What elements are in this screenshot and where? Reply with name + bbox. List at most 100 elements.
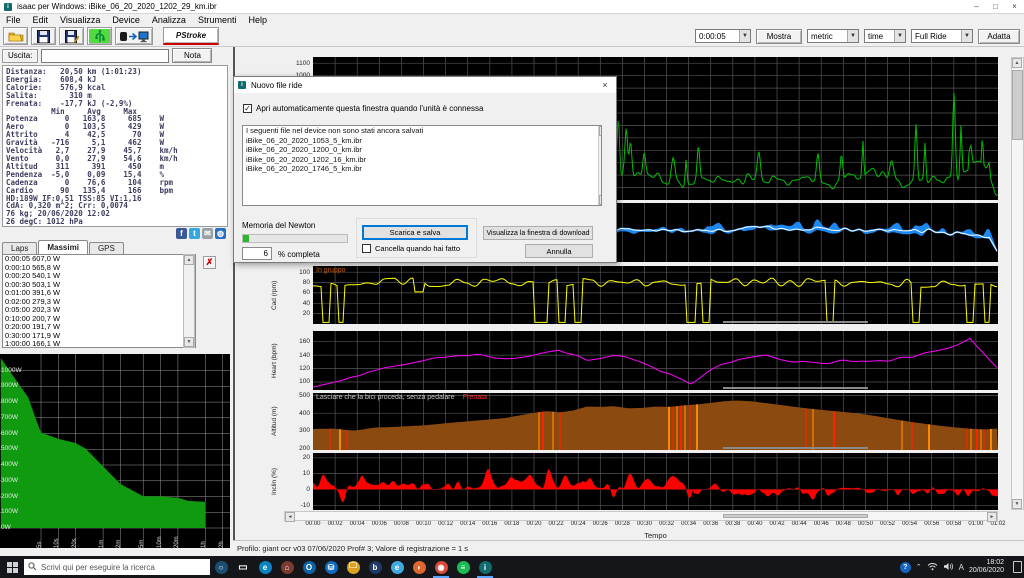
plot-incline[interactable] [313, 453, 998, 510]
taskbar-icon-isaac[interactable]: i [474, 556, 496, 578]
tab-massimi[interactable]: Massimi [38, 240, 88, 254]
taskbar-icon-home[interactable]: ⌂ [276, 556, 298, 578]
x-axis-label: 01:00 [968, 521, 984, 527]
pstroke-button[interactable]: PStroke [163, 27, 219, 45]
save-as-button[interactable] [59, 27, 84, 45]
email-icon[interactable]: ✉ [202, 228, 213, 239]
file-row[interactable]: iBike_06_20_2020_1053_5_km.ibr [243, 136, 601, 146]
volume-icon[interactable] [943, 562, 954, 573]
mini-scroll-thumb[interactable] [723, 387, 868, 389]
taskbar-clock[interactable]: 18:02 20/06/2020 [969, 559, 1004, 575]
uscita-input[interactable] [41, 48, 170, 63]
x-axis-label: 00:28 [614, 521, 630, 527]
plot-heart[interactable] [313, 331, 998, 390]
chart-horizontal-scrollbar[interactable]: ◄ ► [284, 511, 998, 522]
annulla-button[interactable]: Annulla [525, 244, 593, 258]
web-icon[interactable]: ◍ [215, 228, 226, 239]
file-row[interactable]: I seguenti file nel device non sono stat… [243, 126, 601, 136]
scroll-left-icon[interactable]: ◄ [285, 512, 295, 522]
menu-visualizza[interactable]: Visualizza [54, 14, 106, 26]
close-button[interactable]: × [1005, 0, 1024, 14]
scroll-down-icon[interactable]: ▼ [184, 337, 194, 347]
scarica-e-salva-button[interactable]: Scarica e salva [362, 225, 468, 240]
save-button[interactable] [31, 27, 56, 45]
taskbar-icon-task-view[interactable]: ▭ [232, 556, 254, 578]
menu-edit[interactable]: Edit [27, 14, 55, 26]
taskbar-icon-chrome[interactable]: ◉ [430, 556, 452, 578]
visualizza-finestra-download-button[interactable]: Visualizza la finestra di download [483, 226, 593, 240]
interval-select[interactable]: 0:00:05 ▼ [695, 29, 751, 43]
massimi-list[interactable]: 0:00:05 607,0 W 0:00:10 565,8 W 0:00:20 54… [2, 254, 196, 348]
x-axis-label: 00:30 [636, 521, 652, 527]
menu-analizza[interactable]: Analizza [146, 14, 192, 26]
taskbar-icon-internet-explorer[interactable]: e [386, 556, 408, 578]
units-select[interactable]: metric ▼ [807, 29, 859, 43]
scroll-up-icon[interactable]: ▲ [599, 126, 601, 136]
scroll-up-icon[interactable]: ▲ [184, 255, 194, 265]
list-item[interactable]: 1:00:00 166,1 W [3, 339, 195, 347]
delete-when-done-checkbox[interactable] [362, 244, 371, 253]
twitter-icon[interactable]: t [189, 228, 200, 239]
menu-file[interactable]: File [0, 14, 27, 26]
x-axis-label: 00:14 [460, 521, 476, 527]
delete-when-done-row[interactable]: Cancella quando hai fatto [362, 244, 460, 253]
dialog-close-button[interactable]: × [594, 77, 616, 93]
chevron-down-icon: ▼ [847, 30, 858, 42]
scroll-down-icon[interactable]: ▼ [1012, 499, 1022, 509]
taskbar-icon-edge[interactable]: e [254, 556, 276, 578]
axis-tick: 80 [302, 279, 310, 287]
taskbar-icon-cortana[interactable]: ○ [210, 556, 232, 578]
help-icon[interactable]: ? [899, 561, 911, 573]
file-row[interactable]: iBike_06_20_2020_1200_0_km.ibr [243, 145, 601, 155]
mini-scroll-thumb[interactable] [723, 447, 868, 449]
taskbar-icon-firefox[interactable]: ◗ [408, 556, 430, 578]
taskbar-icon-bing[interactable]: b [364, 556, 386, 578]
download-to-pc-button[interactable] [115, 27, 153, 45]
scrollbar-thumb[interactable] [723, 514, 868, 518]
taskbar-icon-file-explorer[interactable]: 🗀 [342, 556, 364, 578]
plot-cadence[interactable] [313, 266, 998, 324]
chevron-up-icon[interactable]: ⌃ [916, 563, 922, 571]
file-row[interactable]: iBike_06_20_2020_1202_16_km.ibr [243, 155, 601, 165]
menu-strumenti[interactable]: Strumenti [192, 14, 243, 26]
toolbar: PStroke 0:00:05 ▼ Mostra metric ▼ time ▼… [0, 26, 1024, 47]
auto-open-checkbox-row[interactable]: ✓ Apri automaticamente questa finestra q… [243, 104, 483, 113]
wifi-icon[interactable] [927, 562, 938, 573]
file-list-scrollbar[interactable]: ▲ ▼ [598, 126, 601, 205]
start-button[interactable] [0, 556, 24, 578]
maximize-button[interactable]: □ [986, 0, 1005, 14]
taskbar-icon-spotify[interactable]: ≡ [452, 556, 474, 578]
percent-field[interactable]: 6 [242, 247, 272, 260]
menu-help[interactable]: Help [242, 14, 273, 26]
range-select[interactable]: Full Ride ▼ [911, 29, 973, 43]
massimi-scrollbar[interactable]: ▲ ▼ [183, 254, 195, 348]
scrollbar-thumb[interactable] [1012, 70, 1023, 140]
tab-laps[interactable]: Laps [2, 242, 38, 254]
scroll-down-icon[interactable]: ▼ [599, 195, 601, 205]
action-center-icon[interactable] [1013, 561, 1022, 573]
nota-button[interactable]: Nota [172, 48, 213, 63]
minimize-button[interactable]: – [967, 0, 986, 14]
taskbar-icon-store[interactable]: ⛁ [320, 556, 342, 578]
file-row[interactable]: iBike_06_20_2020_1746_5_km.ibr [243, 164, 601, 174]
facebook-icon[interactable]: f [176, 228, 187, 239]
mostra-button[interactable]: Mostra [756, 28, 802, 44]
menu-device[interactable]: Device [106, 14, 146, 26]
lang-indicator[interactable]: A [959, 563, 964, 572]
taskbar-search[interactable]: Scrivi qui per eseguire la ricerca [24, 559, 210, 575]
scroll-up-icon[interactable]: ▲ [1012, 58, 1022, 68]
axis-tick: 20 [302, 454, 310, 462]
auto-open-checkbox[interactable]: ✓ [243, 104, 252, 113]
open-file-button[interactable] [3, 27, 28, 45]
chart-vertical-scrollbar[interactable]: ▲ ▼ [1011, 57, 1024, 510]
device-file-list[interactable]: ▲ ▼ I seguenti file nel device non sono … [242, 125, 602, 206]
xaxis-select[interactable]: time ▼ [864, 29, 906, 43]
tab-gps[interactable]: GPS [88, 242, 124, 254]
delete-lap-button[interactable]: ✗ [203, 256, 216, 269]
scroll-right-icon[interactable]: ► [987, 512, 997, 522]
adatta-button[interactable]: Adatta [978, 28, 1020, 44]
dialog-title: Nuovo file ride [251, 80, 303, 90]
mini-scroll-thumb[interactable] [723, 321, 868, 323]
usb-connect-button[interactable] [87, 27, 112, 45]
taskbar-icon-outlook[interactable]: O [298, 556, 320, 578]
